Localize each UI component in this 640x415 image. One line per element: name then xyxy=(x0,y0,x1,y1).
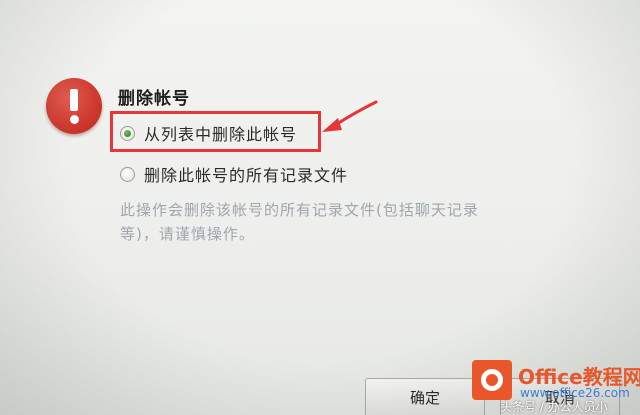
dialog-title: 删除帐号 xyxy=(118,89,190,109)
ok-button[interactable]: 确定 xyxy=(365,378,485,415)
exclamation-icon xyxy=(46,78,102,134)
office-logo-icon xyxy=(472,360,512,400)
watermark: Office教程网 www.office26.com 头条号 / 办公人员小 xyxy=(472,358,640,415)
annotation-highlight-box xyxy=(110,111,321,152)
option-delete-all-records[interactable]: 删除此帐号的所有记录文件 xyxy=(120,162,348,186)
warning-description: 此操作会删除该帐号的所有记录文件(包括聊天记录等)，请谨慎操作。 xyxy=(120,201,479,243)
watermark-footer: 头条号 / 办公人员小 xyxy=(500,400,608,414)
delete-account-dialog: 删除帐号 从列表中删除此帐号 删除此帐号的所有记录文件 此操作会删除该帐号的所有… xyxy=(0,0,640,415)
radio-delete-all-records[interactable] xyxy=(120,166,135,182)
option-delete-all-records-label: 删除此帐号的所有记录文件 xyxy=(144,166,349,185)
arrow-icon xyxy=(322,100,378,132)
